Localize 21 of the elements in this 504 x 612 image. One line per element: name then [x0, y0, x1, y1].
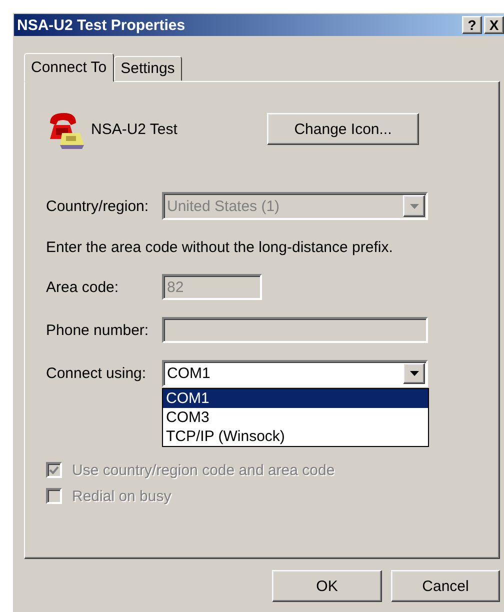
ok-button[interactable]: OK	[272, 570, 382, 602]
dropdown-arrow-icon	[410, 371, 418, 376]
checkbox-label: Redial on busy	[72, 488, 172, 504]
dropdown-option[interactable]: COM1	[163, 389, 428, 408]
tab[interactable]: Settings	[114, 56, 182, 81]
field-label: Country/region:	[46, 198, 150, 214]
change-icon-button[interactable]: Change Icon...	[267, 113, 419, 145]
instruction-text: Enter the area code without the long-distance prefix.	[46, 238, 393, 256]
checkbox-label: Use country/region code and area code	[72, 462, 335, 478]
connect-using-dropdown[interactable]: COM1	[162, 360, 428, 387]
close-button[interactable]: X	[484, 16, 504, 34]
dropdown-arrow-icon	[410, 204, 418, 208]
field-label: Phone number:	[46, 322, 150, 338]
cancel-button[interactable]: Cancel	[391, 570, 500, 602]
help-button[interactable]: ?	[462, 16, 482, 34]
field-label: Connect using:	[46, 365, 148, 382]
field-label: Area code:	[46, 278, 120, 296]
tab[interactable]: Connect To	[24, 53, 114, 82]
connection-name: NSA-U2 Test	[91, 120, 178, 138]
window-title: NSA-U2 Test Properties	[17, 16, 186, 34]
checkmark-icon	[49, 466, 59, 474]
